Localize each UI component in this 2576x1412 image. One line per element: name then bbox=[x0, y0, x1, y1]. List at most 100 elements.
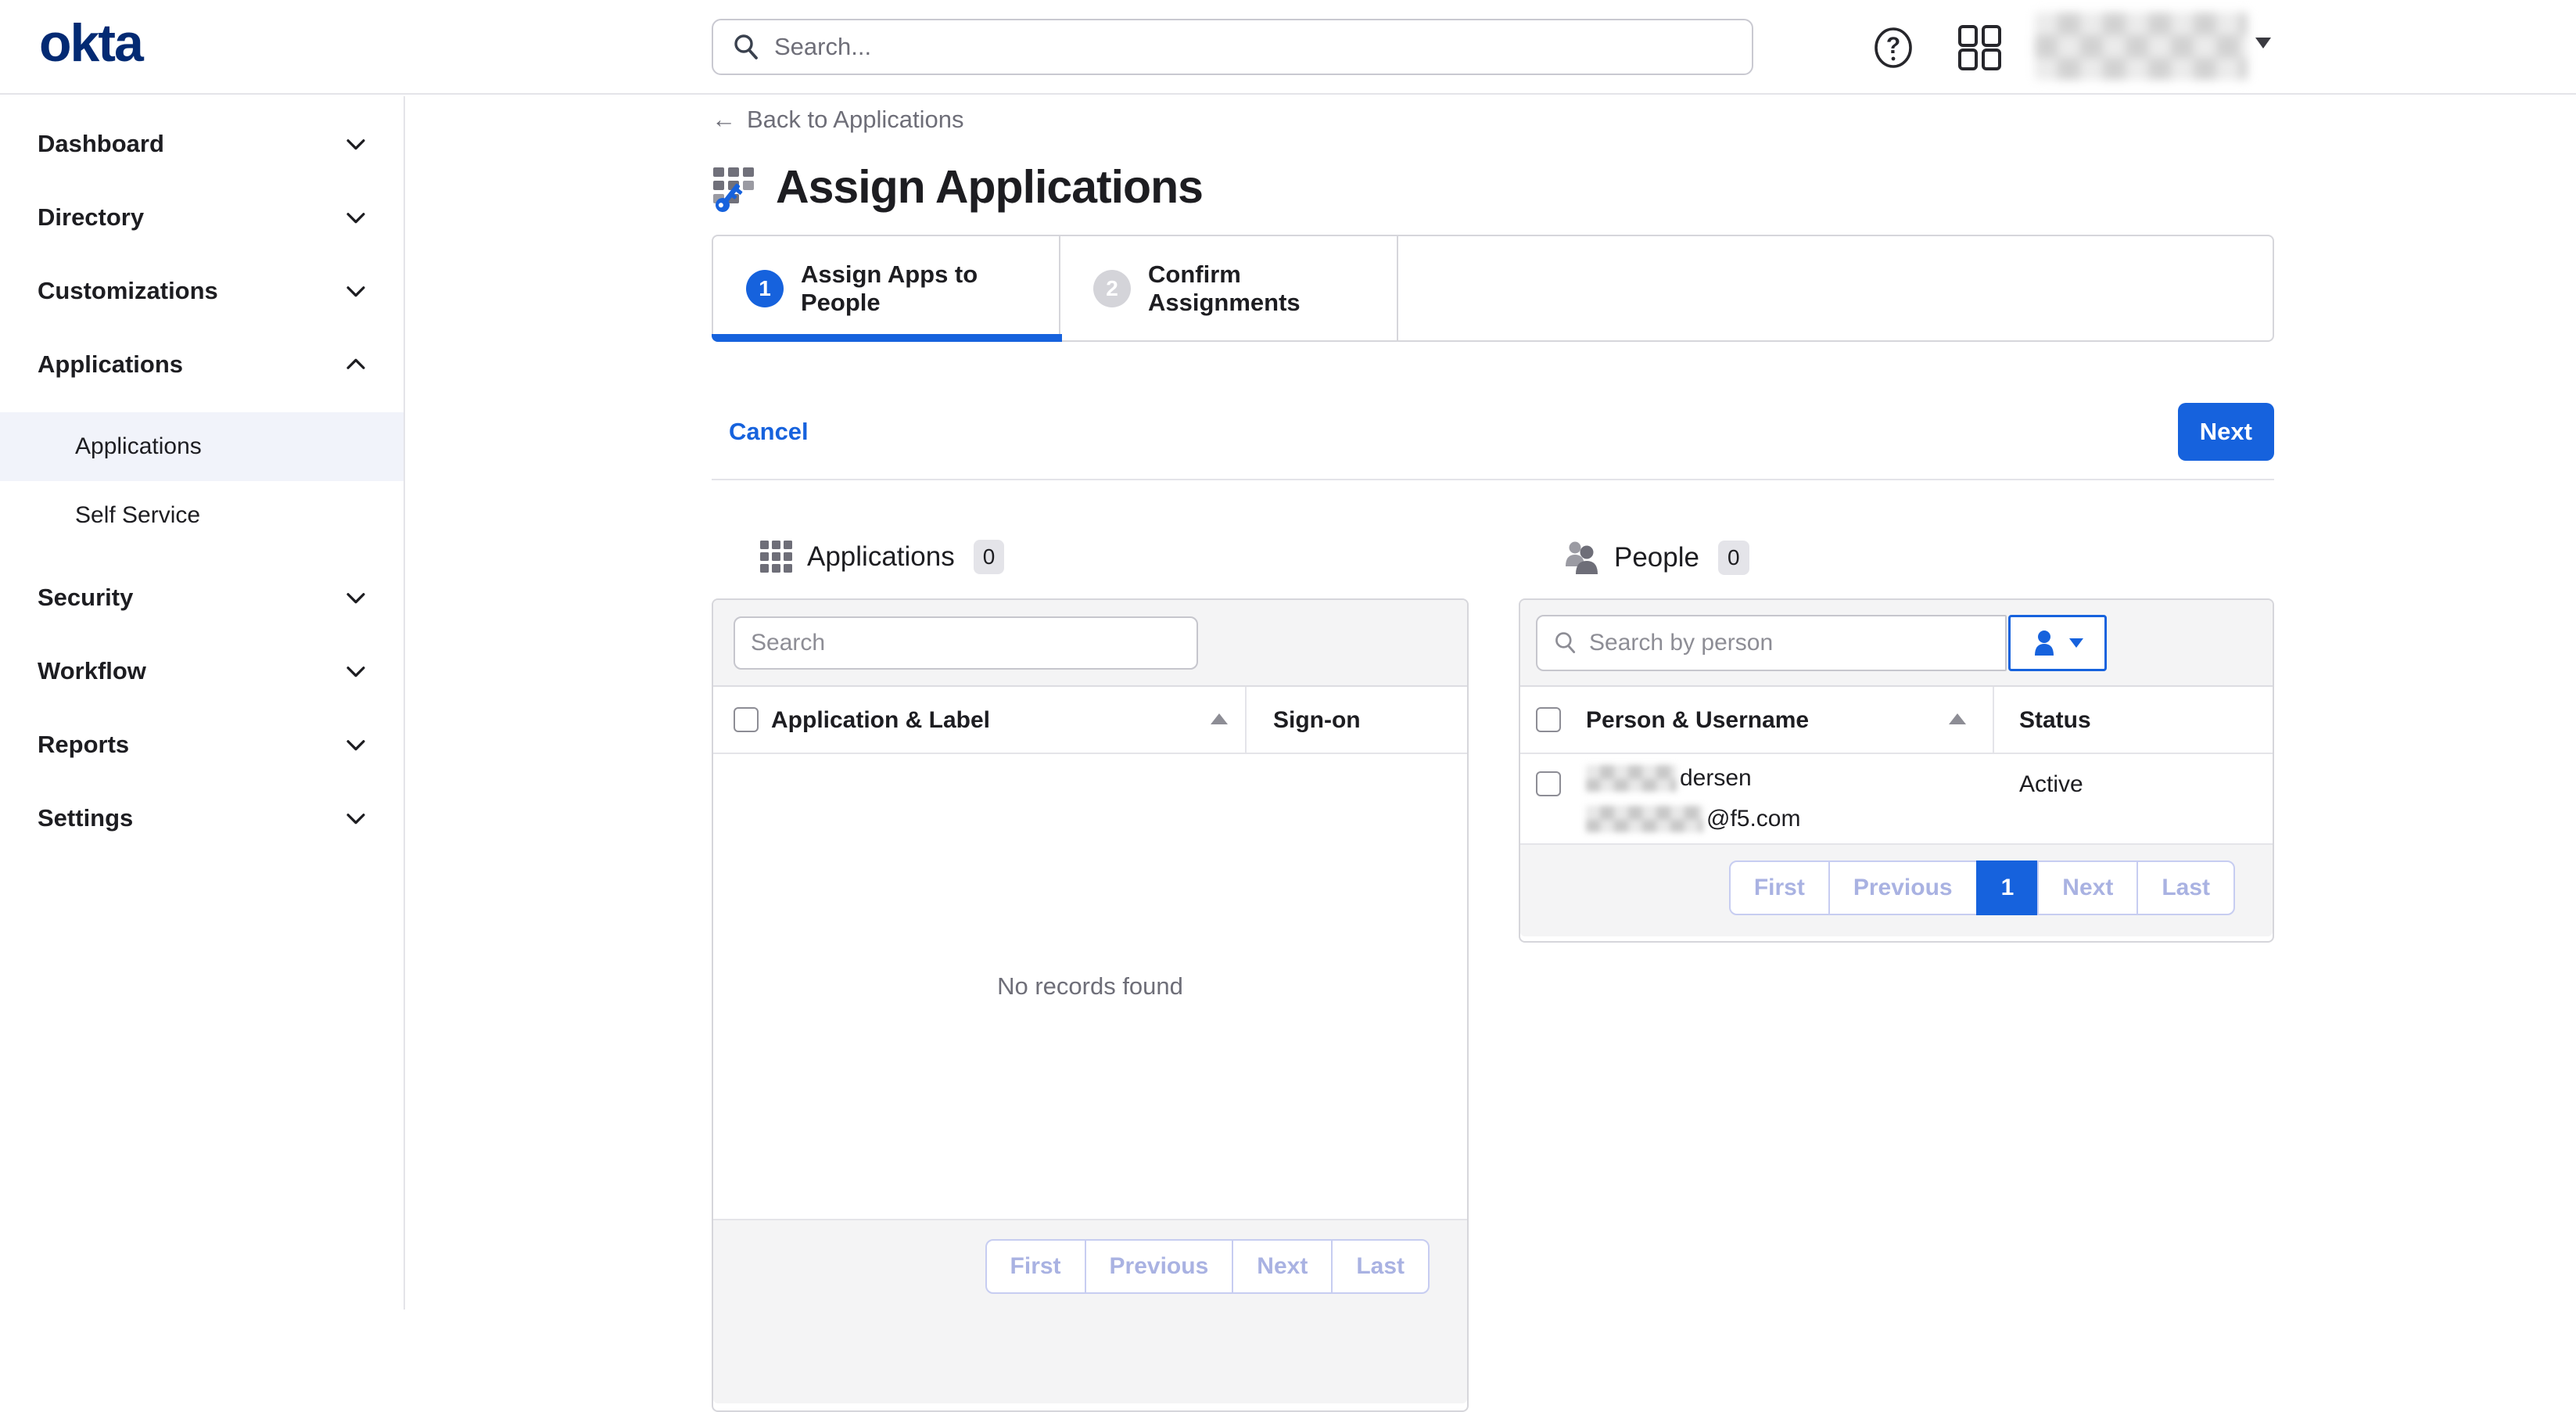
back-to-applications-link[interactable]: ← Back to Applications bbox=[712, 106, 963, 134]
back-arrow-icon: ← bbox=[712, 106, 736, 134]
column-application-label[interactable]: Application & Label bbox=[771, 707, 990, 734]
sidebar-item-workflow[interactable]: Workflow bbox=[0, 634, 404, 708]
sidebar-item-label: Dashboard bbox=[38, 130, 164, 158]
applications-panel-label: Applications bbox=[807, 541, 955, 573]
pagination-last-button[interactable]: Last bbox=[1331, 1239, 1430, 1294]
sidebar-item-directory[interactable]: Directory bbox=[0, 181, 404, 254]
step-2-badge: 2 bbox=[1093, 270, 1131, 307]
people-search-input[interactable] bbox=[1589, 630, 1989, 656]
applications-grid-icon bbox=[759, 539, 795, 575]
applications-panel: Application & Label Sign-on No records f… bbox=[712, 598, 1469, 1412]
pagination-next-button[interactable]: Next bbox=[2037, 860, 2138, 915]
person-username-visible: @f5.com bbox=[1706, 806, 1800, 832]
sidebar-item-applications[interactable]: Applications bbox=[0, 328, 404, 401]
chevron-down-icon bbox=[343, 131, 369, 157]
applications-search-field[interactable] bbox=[734, 616, 1198, 670]
sidebar-item-customizations[interactable]: Customizations bbox=[0, 254, 404, 328]
column-sign-on: Sign-on bbox=[1273, 707, 1361, 734]
apps-grid-icon[interactable] bbox=[1957, 23, 2004, 70]
back-link-label: Back to Applications bbox=[747, 106, 963, 134]
sidebar-item-label: Settings bbox=[38, 804, 133, 832]
sidebar-item-settings[interactable]: Settings bbox=[0, 781, 404, 855]
pagination-next-button[interactable]: Next bbox=[1232, 1239, 1333, 1294]
sidebar-item-security[interactable]: Security bbox=[0, 561, 404, 634]
user-menu-caret-icon[interactable] bbox=[2255, 38, 2271, 49]
chevron-down-icon bbox=[343, 731, 369, 758]
main-content: ← Back to Applications Assign Applicatio… bbox=[407, 96, 2576, 1310]
people-search-field[interactable] bbox=[1536, 615, 2007, 671]
applications-footer: First Previous Next Last bbox=[713, 1219, 1467, 1403]
sidebar-item-applications-sub[interactable]: Applications bbox=[0, 412, 404, 481]
person-status: Active bbox=[2019, 771, 2083, 798]
section-divider bbox=[712, 479, 2274, 480]
person-name-visible: dersen bbox=[1680, 765, 1752, 792]
cancel-link[interactable]: Cancel bbox=[729, 418, 809, 446]
column-person-username[interactable]: Person & Username bbox=[1586, 707, 1809, 734]
select-all-people-checkbox[interactable] bbox=[1536, 707, 1561, 732]
chevron-down-icon bbox=[343, 658, 369, 684]
sidebar-item-reports[interactable]: Reports bbox=[0, 708, 404, 781]
redacted-username-blur bbox=[1586, 806, 1703, 832]
chevron-down-icon bbox=[343, 584, 369, 611]
column-status: Status bbox=[2019, 707, 2091, 734]
step-1-label: Assign Apps to People bbox=[801, 260, 1059, 317]
person-filter-dropdown[interactable] bbox=[2008, 615, 2107, 671]
help-icon[interactable]: ? bbox=[1871, 25, 1916, 70]
people-pagination: First Previous 1 Next Last bbox=[1729, 860, 2235, 915]
person-row-checkbox[interactable] bbox=[1536, 771, 1561, 796]
search-icon bbox=[732, 33, 760, 61]
select-all-applications-checkbox[interactable] bbox=[734, 707, 759, 732]
tab-assign-apps-to-people[interactable]: 1 Assign Apps to People bbox=[713, 236, 1060, 340]
page-title-row: Assign Applications bbox=[710, 160, 1203, 214]
chevron-up-icon bbox=[343, 351, 369, 378]
person-icon bbox=[2032, 630, 2057, 656]
user-account-blurred[interactable] bbox=[2035, 13, 2248, 80]
page-title: Assign Applications bbox=[776, 160, 1203, 214]
column-divider bbox=[1993, 687, 1994, 753]
person-username: @f5.com bbox=[1586, 806, 1800, 832]
chevron-down-icon bbox=[343, 204, 369, 231]
sidebar-item-label: Reports bbox=[38, 731, 129, 759]
person-row[interactable]: dersen @f5.com Active bbox=[1520, 754, 2273, 843]
step-2-label: Confirm Assignments bbox=[1148, 260, 1397, 317]
people-table-header: Person & Username Status bbox=[1520, 687, 2273, 754]
people-footer: First Previous 1 Next Last bbox=[1520, 843, 2273, 936]
assign-applications-icon bbox=[710, 161, 762, 213]
sort-asc-icon[interactable] bbox=[1211, 713, 1228, 724]
svg-text:?: ? bbox=[1886, 33, 1900, 59]
sidebar-item-label: Applications bbox=[38, 350, 183, 379]
sidebar-item-label: Directory bbox=[38, 203, 144, 232]
applications-count-badge: 0 bbox=[974, 540, 1005, 574]
chevron-down-icon bbox=[343, 278, 369, 304]
okta-logo[interactable]: okta bbox=[39, 13, 142, 74]
next-button[interactable]: Next bbox=[2178, 403, 2274, 461]
applications-table-header: Application & Label Sign-on bbox=[713, 687, 1467, 754]
redacted-name-blur bbox=[1586, 765, 1677, 792]
top-bar: okta ? bbox=[0, 0, 2576, 95]
actions-row: Cancel Next bbox=[712, 403, 2274, 461]
global-search[interactable] bbox=[712, 19, 1753, 75]
wizard-steps: 1 Assign Apps to People 2 Confirm Assign… bbox=[712, 235, 2274, 342]
pagination-previous-button[interactable]: Previous bbox=[1828, 860, 1978, 915]
pagination-first-button[interactable]: First bbox=[985, 1239, 1086, 1294]
pagination-last-button[interactable]: Last bbox=[2137, 860, 2235, 915]
sort-asc-icon[interactable] bbox=[1949, 713, 1966, 724]
global-search-input[interactable] bbox=[774, 33, 1733, 61]
sidebar-item-self-service[interactable]: Self Service bbox=[0, 481, 404, 550]
pagination-previous-button[interactable]: Previous bbox=[1085, 1239, 1234, 1294]
pagination-page-1-button[interactable]: 1 bbox=[1976, 860, 2040, 915]
applications-search-input[interactable] bbox=[751, 630, 1181, 656]
people-panel-title: People 0 bbox=[1562, 539, 1749, 577]
sidebar-item-dashboard[interactable]: Dashboard bbox=[0, 107, 404, 181]
tab-confirm-assignments[interactable]: 2 Confirm Assignments bbox=[1060, 236, 1398, 340]
caret-down-icon bbox=[2069, 638, 2083, 648]
active-tab-underline bbox=[712, 334, 1062, 342]
applications-panel-title: Applications 0 bbox=[759, 539, 1004, 575]
pagination-first-button[interactable]: First bbox=[1729, 860, 1830, 915]
step-1-badge: 1 bbox=[746, 270, 784, 307]
empty-message: No records found bbox=[997, 972, 1183, 1001]
search-icon bbox=[1553, 631, 1578, 656]
applications-search-bar bbox=[713, 600, 1467, 687]
sidebar-subitem-label: Self Service bbox=[75, 502, 200, 529]
applications-table-body: No records found bbox=[713, 754, 1467, 1219]
